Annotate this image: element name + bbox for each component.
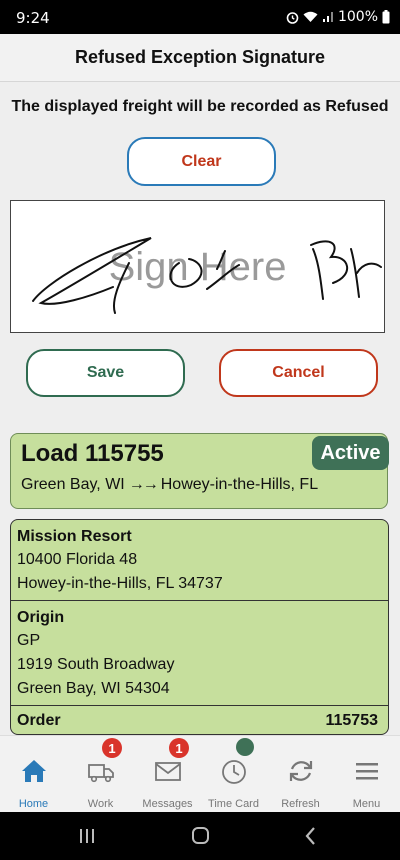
android-nav-bar [0,812,400,860]
origin-name: GP [17,632,41,649]
home-button-icon[interactable] [185,824,215,848]
wifi-icon [303,11,318,22]
nav-messages[interactable]: 1 Messages [134,736,201,813]
origin-heading: Origin [17,609,65,626]
nav-label-refresh: Refresh [281,798,320,810]
order-number: 115753 [325,712,378,729]
signature-strokes [32,237,382,314]
save-button[interactable]: Save [26,349,185,397]
nav-home[interactable]: Home [0,736,67,813]
alarm-icon [286,11,299,24]
route-destination: Howey-in-the-Hills, FL [160,476,319,493]
order-label: Order [17,712,61,729]
order-row: Order 115753 [11,706,388,730]
status-bar: 9:24 100% [0,0,400,34]
route-origin: Green Bay, WI [21,476,125,493]
load-title: Load 115755 [21,440,164,467]
nav-label-messages: Messages [142,798,193,810]
nav-work[interactable]: 1 Work [67,736,134,813]
app-header: Refused Exception Signature [0,34,400,82]
route-arrows: →→ [128,476,159,493]
destination-address-line2: Howey-in-the-Hills, FL 34737 [17,575,223,592]
nav-label-work: Work [87,798,114,810]
time-card-indicator [236,738,254,756]
truck-icon [87,764,114,783]
destination-address-line1: 10400 Florida 48 [17,551,138,568]
clear-button[interactable]: Clear [127,137,276,186]
signal-icon [322,12,333,22]
destination-name: Mission Resort [17,528,132,545]
origin-address-line2: Green Bay, WI 54304 [17,680,170,697]
nav-refresh[interactable]: Refresh [267,736,334,813]
battery-text: 100% [337,9,378,25]
nav-menu[interactable]: Menu [333,736,400,813]
status-icons: 100% [286,9,390,25]
bottom-nav: Home 1 Work 1 Messages Time Card Refresh… [0,735,400,812]
stop-details-card: Mission Resort 10400 Florida 48 Howey-in… [10,519,389,735]
nav-time-card[interactable]: Time Card [200,736,267,813]
nav-label-home: Home [18,798,49,810]
menu-icon [355,763,378,780]
nav-label-time-card: Time Card [208,798,259,810]
cancel-button[interactable]: Cancel [219,349,378,397]
load-route: Green Bay, WI →→ Howey-in-the-Hills, FL [21,476,318,494]
battery-icon [382,10,390,24]
back-icon[interactable] [296,824,326,848]
load-card[interactable]: Load 115755 Active Green Bay, WI →→ Howe… [10,433,389,509]
status-badge: Active [312,436,389,470]
clock-icon [221,760,246,784]
nav-label-menu: Menu [352,798,381,810]
envelope-icon [154,762,181,781]
refresh-icon [289,761,312,781]
work-badge: 1 [102,738,122,758]
messages-badge: 1 [169,738,189,758]
home-icon [21,760,46,782]
page-title: Refused Exception Signature [74,47,326,67]
signature-pad[interactable]: Sign Here [10,200,385,333]
refused-notice: The displayed freight will be recorded a… [11,98,389,115]
destination-section: Mission Resort 10400 Florida 48 Howey-in… [11,520,388,596]
origin-section: Origin GP 1919 South Broadway Green Bay,… [11,601,388,701]
origin-address-line1: 1919 South Broadway [17,656,175,673]
status-time: 9:24 [16,9,50,27]
recent-apps-icon[interactable] [72,824,102,848]
